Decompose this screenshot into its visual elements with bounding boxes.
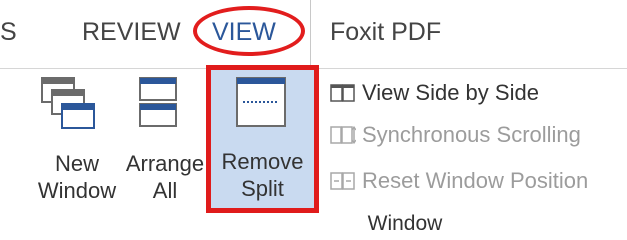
arrange-all-label-line1: Arrange (125, 151, 205, 176)
tab-divider (310, 0, 319, 70)
new-window-label-line2: Window (37, 178, 117, 203)
arrange-all-label: Arrange All (120, 150, 210, 204)
remove-split-icon (236, 77, 286, 127)
view-side-by-side-label: View Side by Side (362, 80, 539, 105)
reset-window-position-label: Reset Window Position (362, 168, 589, 193)
new-window-label: New Window (32, 150, 122, 204)
new-window-icon (41, 77, 95, 129)
view-tab-highlight-ellipse (193, 6, 305, 56)
tab-foxit-pdf[interactable]: Foxit PDF (330, 18, 441, 47)
reset-window-position-icon (330, 172, 355, 190)
remove-split-label: Remove Split (211, 148, 314, 202)
synchronous-scrolling-label: Synchronous Scrolling (362, 122, 581, 147)
remove-split-label-line2: Split (241, 176, 284, 201)
new-window-label-line1: New (54, 151, 99, 176)
tab-s[interactable]: S (0, 18, 17, 47)
arrange-all-icon (139, 77, 177, 127)
synchronous-scrolling-icon (330, 125, 356, 145)
view-side-by-side-icon (330, 84, 355, 102)
ribbon-tab-bar: S REVIEW VIEW Foxit PDF (0, 0, 627, 70)
arrange-all-label-line2: All (152, 178, 178, 203)
tab-review[interactable]: REVIEW (82, 18, 181, 47)
window-group-label: Window (367, 212, 443, 235)
remove-split-label-line1: Remove (221, 149, 304, 174)
